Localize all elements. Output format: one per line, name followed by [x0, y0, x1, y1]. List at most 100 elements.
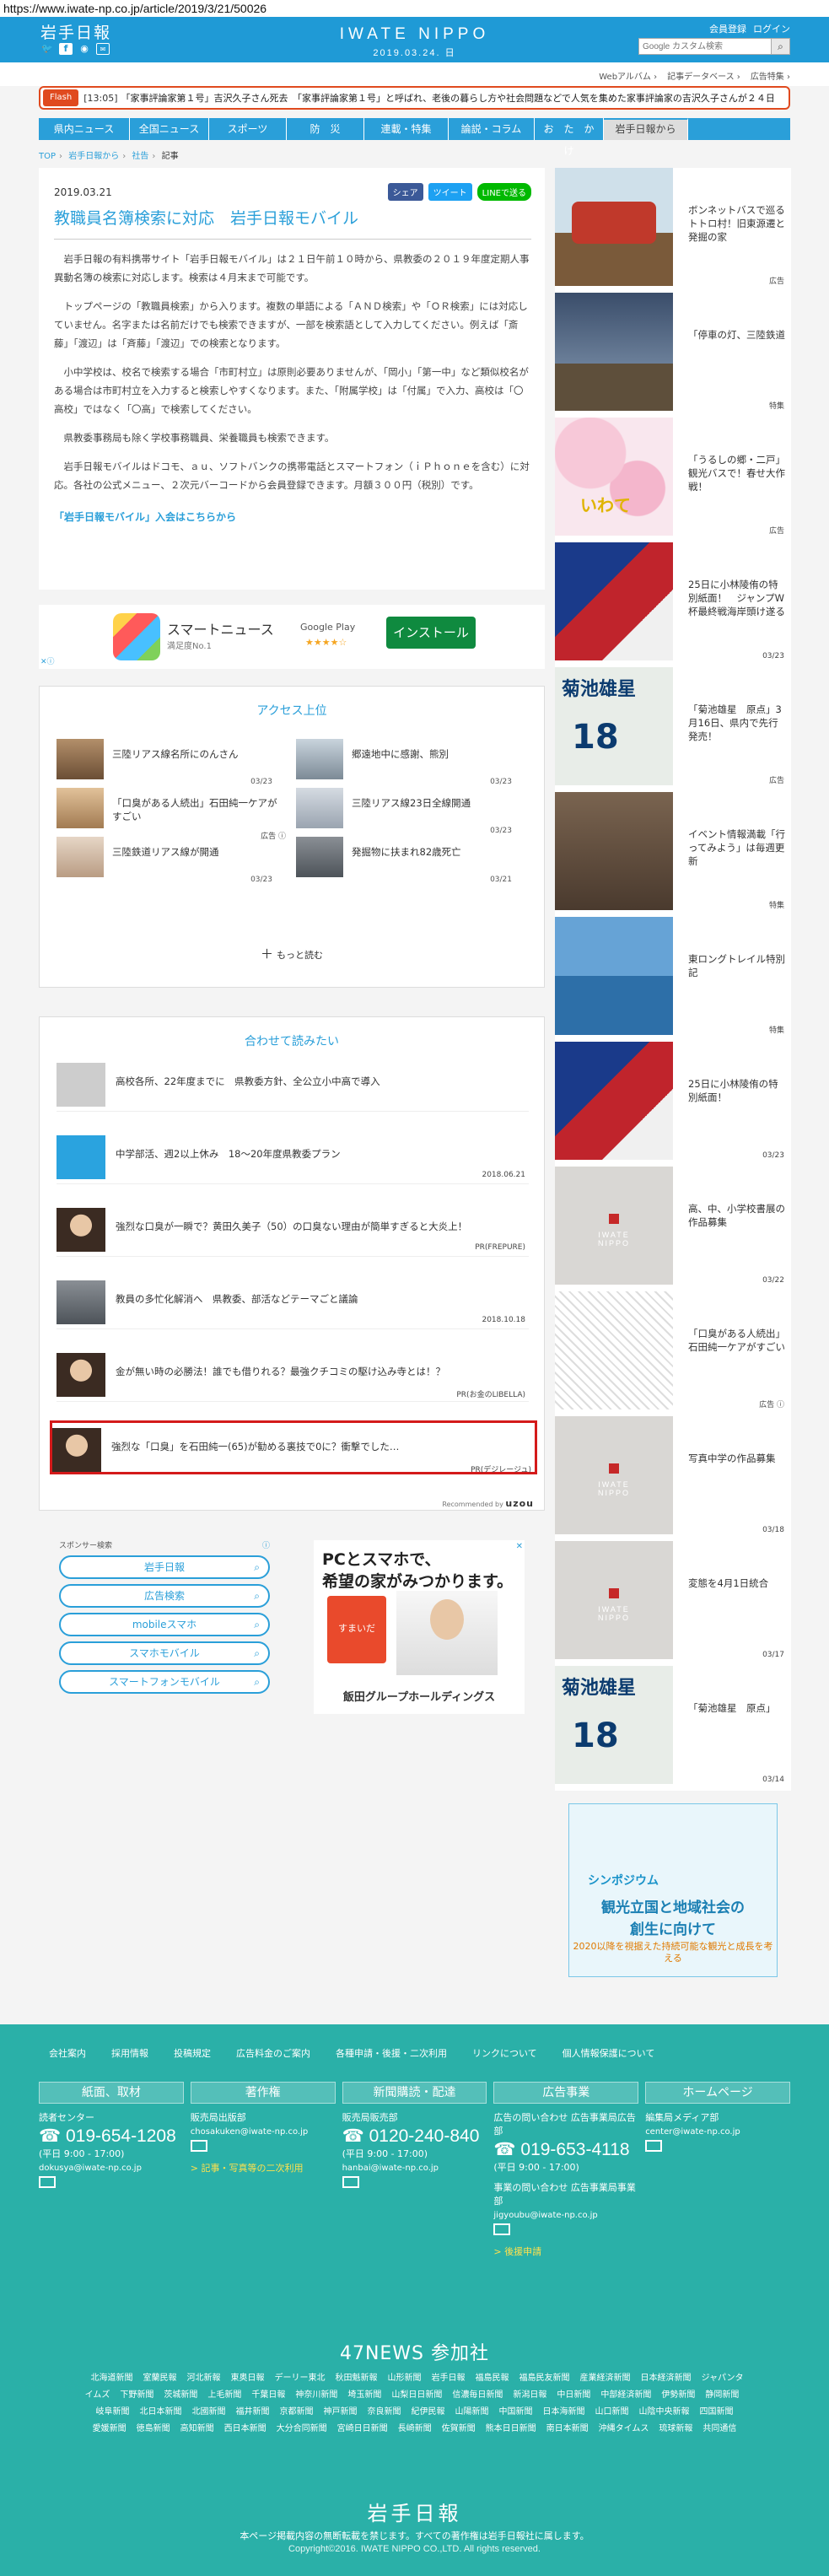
email-address[interactable]: center@iwate-np.co.jp [645, 2127, 790, 2137]
member-paper[interactable]: 大分合同新聞 [277, 2424, 327, 2433]
member-paper[interactable]: 山陰中央新報 [639, 2407, 690, 2417]
member-paper[interactable]: 山陽新聞 [455, 2407, 489, 2417]
member-paper[interactable]: 東奥日報 [231, 2374, 265, 2383]
phone-number[interactable]: ☎ 019-653-4118 [493, 2139, 638, 2160]
member-paper[interactable]: 紀伊民報 [412, 2407, 445, 2417]
member-paper[interactable]: 京都新聞 [280, 2407, 314, 2417]
member-paper[interactable]: 熊本日日新聞 [486, 2424, 536, 2433]
related-item[interactable]: 強烈な口臭が一瞬で？黄田久美子（50）の口臭ない理由が簡単すぎると大炎上！ PR(… [57, 1203, 529, 1257]
member-paper[interactable]: 山口新聞 [595, 2407, 629, 2417]
footer-logo[interactable]: 岩手日報 [0, 2497, 829, 2526]
web-album-link[interactable]: Webアルバム › [599, 69, 657, 82]
member-paper[interactable]: 日本海新聞 [543, 2407, 585, 2417]
sidebar-item[interactable]: 「停車の灯、三陸鉄道 特集 [555, 293, 791, 418]
mail-icon[interactable]: ✉ [96, 43, 110, 55]
member-paper[interactable]: 福井新聞 [236, 2407, 270, 2417]
sidebar-item[interactable]: 「口臭がある人続出」石田純一ケアがすごい 広告 ⓘ [555, 1291, 791, 1416]
member-paper[interactable]: 茨城新聞 [164, 2390, 197, 2400]
sidebar-item[interactable]: イベント情報満載「行ってみよう」は毎週更新 特集 [555, 792, 791, 917]
member-paper[interactable]: 奈良新聞 [368, 2407, 401, 2417]
footer-link[interactable]: 採用情報 [111, 2046, 148, 2060]
nav-item[interactable]: 論説・コラム [449, 118, 535, 140]
footer-link[interactable]: リンクについて [472, 2046, 537, 2060]
sponsor-search-button[interactable]: 広告検索 ⌕ [59, 1584, 270, 1608]
access-item[interactable]: 三陸鉄道リアス線が開通 03/23 [57, 837, 293, 884]
search-button[interactable]: ⌕ [772, 38, 790, 55]
member-paper[interactable]: 南日本新聞 [546, 2424, 589, 2433]
footer-link[interactable]: 個人情報保護について [563, 2046, 655, 2060]
member-paper[interactable]: 産業経済新聞 [580, 2374, 631, 2383]
access-item[interactable]: 郷遠地中に感謝、熊別 03/23 [296, 739, 532, 786]
access-item[interactable]: 三陸リアス線名所にのんさん 03/23 [57, 739, 293, 786]
footer-link[interactable]: 会社案内 [49, 2046, 86, 2060]
nav-item[interactable]: 全国ニュース [130, 118, 209, 140]
member-paper[interactable]: 宮崎日日新聞 [337, 2424, 388, 2433]
member-paper[interactable]: 神戸新聞 [324, 2407, 358, 2417]
sponsor-search-button[interactable]: スマートフォンモバイル ⌕ [59, 1670, 270, 1694]
related-item[interactable]: 教員の多忙化解消へ 県教委、部活などテーマごと議論 2018.10.18 [57, 1275, 529, 1329]
member-paper[interactable]: 室蘭民報 [143, 2374, 177, 2383]
mail-icon[interactable] [39, 2176, 56, 2188]
sidebar-item[interactable]: 高、中、小学校書展の作品募集 03/22 [555, 1167, 791, 1291]
sidebar-item[interactable]: ボンネットバスで巡るトトロ村！旧東源遷と発掘の家 広告 [555, 168, 791, 293]
center-logo[interactable]: IWATE NIPPO 2019.03.24. 日 [340, 25, 489, 59]
member-paper[interactable]: 中部経済新聞 [600, 2390, 651, 2400]
member-paper[interactable]: 静岡新聞 [705, 2390, 739, 2400]
nav-item[interactable]: 連載・特集 [364, 118, 449, 140]
uzou-credit[interactable]: Recommended by uzou [442, 1498, 534, 1509]
access-item[interactable]: 発掘物に扶まれ82歳死亡 03/21 [296, 837, 532, 884]
member-paper[interactable]: 西日本新聞 [224, 2424, 266, 2433]
member-paper[interactable]: 埼玉新聞 [347, 2390, 381, 2400]
info-icon[interactable]: ⓘ [262, 1539, 270, 1550]
member-paper[interactable]: 神奈川新聞 [295, 2390, 337, 2400]
search-input[interactable] [638, 38, 772, 55]
member-paper[interactable]: 北國新聞 [192, 2407, 226, 2417]
member-paper[interactable]: 中国新聞 [499, 2407, 533, 2417]
footer-link[interactable]: 広告料金のご案内 [236, 2046, 310, 2060]
extra-link[interactable]: > 後援申請 [493, 2245, 638, 2258]
email-address[interactable]: jigyoubu@iwate-np.co.jp [493, 2211, 638, 2220]
nav-item[interactable]: スポーツ [209, 118, 287, 140]
member-paper[interactable]: 信濃毎日新聞 [452, 2390, 503, 2400]
sidebar-item[interactable]: 「菊池雄星 原点」 03/14 [555, 1666, 791, 1791]
nav-item[interactable]: お た か け [535, 118, 605, 157]
member-paper[interactable]: 岐阜新聞 [96, 2407, 130, 2417]
register-link[interactable]: 会員登録 [709, 22, 746, 35]
sidebar-item[interactable]: 25日に小林陵侑の特別紙面！ 03/23 [555, 1042, 791, 1167]
sponsor-search-button[interactable]: 岩手日報 ⌕ [59, 1555, 270, 1579]
mail-icon[interactable] [645, 2140, 663, 2152]
member-paper[interactable]: 岩手日報 [432, 2374, 466, 2383]
sponsor-search-button[interactable]: mobileスマホ ⌕ [59, 1613, 270, 1636]
related-item[interactable]: 中学部活、週2以上休み 18〜20年度県教委プラン 2018.06.21 [57, 1130, 529, 1184]
article-db-link[interactable]: 記事データベース › [667, 69, 740, 82]
nav-item[interactable]: 県内ニュース [39, 118, 130, 140]
member-paper[interactable]: 沖縄タイムス [599, 2424, 649, 2433]
install-button[interactable]: インストール [386, 617, 476, 649]
url-bar[interactable]: https://www.iwate-np.co.jp/article/2019/… [0, 0, 829, 17]
iida-ad[interactable]: PCとスマホで、 希望の家がみつかります。 すまいだ 飯田グループホールディングス… [314, 1540, 525, 1714]
flash-news[interactable]: Flash [13:05] 「家事評論家第１号」吉沢久子さん死去 「家事評論家第… [39, 86, 790, 110]
facebook-share-button[interactable]: シェア [387, 183, 423, 201]
footer-link[interactable]: 投稿規定 [174, 2046, 211, 2060]
breadcrumb-category[interactable]: 社告 [132, 152, 148, 161]
ad-choices-icon[interactable]: ✕ⓘ [40, 655, 55, 666]
mail-icon[interactable] [190, 2140, 207, 2152]
close-icon[interactable]: ✕ [516, 1542, 523, 1551]
line-icon[interactable]: ◉ [78, 43, 91, 55]
member-paper[interactable]: 福島民友新聞 [519, 2374, 570, 2383]
logo-jp[interactable]: 岩手日報 [40, 20, 111, 43]
member-paper[interactable]: 山形新聞 [388, 2374, 422, 2383]
member-paper[interactable]: 山梨日日新聞 [391, 2390, 442, 2400]
tweet-button[interactable]: ツイート [428, 183, 472, 201]
email-address[interactable]: hanbai@iwate-np.co.jp [342, 2164, 487, 2173]
sidebar-item[interactable]: 東ロングトレイル特別記 特集 [555, 917, 791, 1042]
email-address[interactable]: dokusya@iwate-np.co.jp [39, 2164, 184, 2173]
member-paper[interactable]: 福島民報 [476, 2374, 509, 2383]
phone-number[interactable]: ☎ 0120-240-840 [342, 2126, 487, 2147]
sidebar-item[interactable]: 「菊池雄星 原点」3月16日、県内で先行発売！ 広告 [555, 667, 791, 792]
read-more-button[interactable]: ＋ もっと読む [40, 945, 544, 962]
twitter-icon[interactable]: 🐦 [40, 43, 54, 55]
member-paper[interactable]: 長崎新聞 [398, 2424, 432, 2433]
nav-item[interactable]: 防 災 [287, 118, 364, 140]
symposium-banner[interactable]: シンポジウム 観光立国と地域社会の 創生に向けて 2020以降を視据えた持続可能な… [568, 1803, 778, 1977]
